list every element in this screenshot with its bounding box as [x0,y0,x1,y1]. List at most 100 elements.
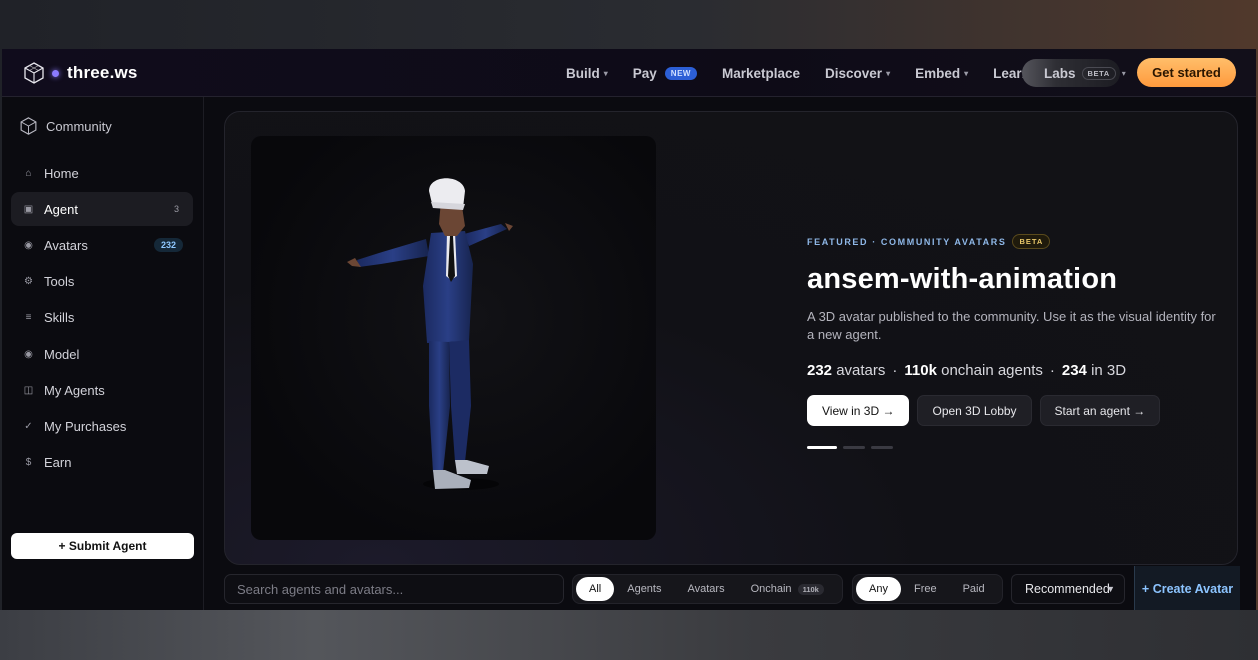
list-icon: ≡ [25,311,32,323]
sidebar-item-avatars[interactable]: ◉ Avatars 232 [11,228,193,262]
sidebar-section-label: Community [46,118,112,134]
community-cube-icon [20,117,37,135]
grid-icon: ◫ [23,384,34,396]
sidebar-item-label: Skills [44,309,75,325]
open-3d-lobby-button[interactable]: Open 3D Lobby [917,395,1032,426]
type-filter: All Agents Avatars Onchain 110k [572,574,843,604]
nav-labs-label: Labs [1044,65,1076,81]
view-in-3d-button[interactable]: View in 3D → [807,395,910,426]
sort-value: Recommended [1025,582,1110,596]
brand[interactable]: three.ws [24,62,138,84]
stat-avatars-value: 232 [807,362,833,379]
search-placeholder: Search agents and avatars... [237,581,404,597]
nav-pay[interactable]: Pay NEW [633,66,697,81]
background-strip [0,610,1258,660]
search-input[interactable]: Search agents and avatars... [224,574,564,604]
start-agent-button[interactable]: Start an agent → [1039,395,1161,426]
stat-agents-label: onchain agents [941,362,1043,379]
featured-hero: FEATURED · COMMUNITY AVATARS BETA ansem-… [224,111,1238,565]
check-icon: ✓ [24,420,33,432]
filter-all[interactable]: All [576,577,615,601]
filter-toolbar: Search agents and avatars... All Agents … [224,566,1256,610]
carousel-dot[interactable] [807,446,837,449]
avatar-3d-viewer[interactable] [251,136,656,540]
sidebar-item-model[interactable]: ◉ Model [11,337,193,371]
filter-onchain-label: Onchain [750,583,792,595]
beta-badge: BETA [1081,66,1116,80]
get-started-button[interactable]: Get started [1137,58,1236,87]
sidebar-item-my-agents[interactable]: ◫ My Agents [11,373,193,407]
filter-onchain[interactable]: Onchain 110k [738,577,837,601]
agent-icon: ▣ [23,203,34,215]
price-filter: Any Free Paid [852,574,1003,604]
stat-agents-value: 110k [904,362,937,379]
avatar-icon: ◉ [24,239,33,251]
chevron-down-icon: ▾ [964,68,969,78]
filter-any[interactable]: Any [856,577,901,601]
nav-links: Build ▾ Pay NEW Marketplace Discover ▾ Embe… [566,49,1038,97]
hero-content: FEATURED · COMMUNITY AVATARS BETA ansem-… [807,234,1227,449]
nav-labs[interactable]: Labs BETA ▾ [1022,59,1126,87]
sidebar-item-label: Agent [44,201,78,217]
carousel-dot[interactable] [871,446,893,449]
hero-stats: 232 avatars · 110k onchain agents · 234 … [807,362,1227,379]
nav-discover[interactable]: Discover ▾ [825,66,890,81]
top-nav: three.ws Build ▾ Pay NEW Marketplace Disco… [2,49,1256,97]
hero-description: A 3D avatar published to the community. … [807,309,1216,342]
chevron-down-icon: ▾ [886,68,891,78]
create-avatar-button[interactable]: + Create Avatar [1134,566,1240,610]
avatar-figure [347,178,513,490]
stat-separator: · [892,362,898,379]
count-badge: 232 [153,238,183,252]
eyebrow-text: FEATURED · COMMUNITY AVATARS [807,236,1007,247]
home-icon: ⌂ [25,167,32,179]
filter-free[interactable]: Free [901,577,950,601]
new-badge: NEW [664,66,697,80]
chevron-down-icon: ▾ [1121,68,1126,78]
sidebar-item-label: Avatars [44,237,88,253]
stat-avatars-label: avatars [836,362,886,379]
logo-cube-icon [24,62,44,84]
sidebar-item-label: My Agents [44,382,105,398]
hero-eyebrow: FEATURED · COMMUNITY AVATARS BETA [807,234,1227,249]
beta-badge: BETA [1012,234,1051,249]
status-dot [52,69,59,77]
sidebar-item-tools[interactable]: ⚙ Tools [11,264,193,298]
sidebar-item-skills[interactable]: ≡ Skills [11,300,193,334]
filter-avatars[interactable]: Avatars [674,577,737,601]
sidebar-item-my-purchases[interactable]: ✓ My Purchases [11,409,193,443]
brand-name: three.ws [67,63,138,82]
stat-separator: · [1049,362,1055,379]
nav-marketplace[interactable]: Marketplace [722,66,800,81]
sidebar: Community ⌂ Home ▣ Agent 3 ◉ Avatars 232… [2,97,204,610]
stat-3d-label: in 3D [1091,362,1127,379]
sort-select[interactable]: Recommended ▼ [1011,574,1125,604]
filter-agents[interactable]: Agents [614,577,674,601]
hero-actions: View in 3D → Open 3D Lobby Start an agen… [807,395,1227,426]
sidebar-item-label: Earn [44,454,72,470]
model-icon: ◉ [24,348,33,360]
chevron-down-icon: ▾ [603,68,608,78]
nav-build[interactable]: Build ▾ [566,66,608,81]
count-badge: 110k [797,583,824,595]
sidebar-item-label: My Purchases [44,418,127,434]
filter-paid[interactable]: Paid [950,577,998,601]
gear-icon: ⚙ [24,275,33,287]
nav-embed[interactable]: Embed ▾ [915,66,968,81]
count-badge: 3 [173,204,179,214]
carousel-dots [807,446,1227,449]
hero-title: ansem-with-animation [807,263,1118,295]
sidebar-section[interactable]: Community [20,117,112,135]
sidebar-item-home[interactable]: ⌂ Home [11,156,193,190]
sidebar-item-label: Model [44,346,80,362]
sidebar-item-label: Tools [44,273,75,289]
chevron-down-icon: ▼ [1106,584,1115,594]
app-window: three.ws Build ▾ Pay NEW Marketplace Disco… [2,49,1256,610]
carousel-dot[interactable] [843,446,865,449]
stat-3d-value: 234 [1061,362,1087,379]
dollar-icon: $ [25,456,32,468]
sidebar-item-label: Home [44,165,79,181]
submit-agent-button[interactable]: + Submit Agent [11,533,194,559]
sidebar-item-agent[interactable]: ▣ Agent 3 [11,192,193,226]
sidebar-item-earn[interactable]: $ Earn [11,445,193,479]
